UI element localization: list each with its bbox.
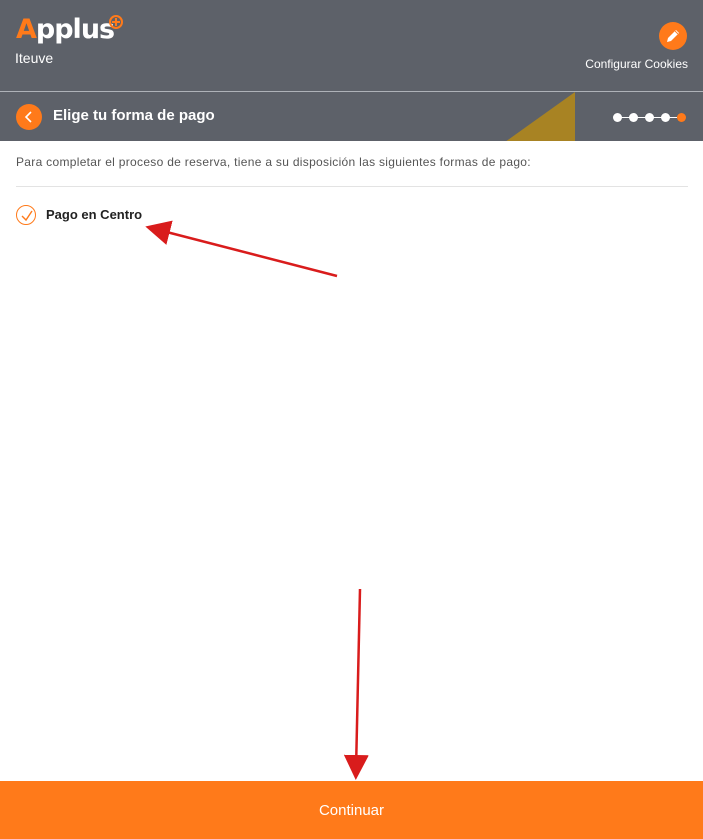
annotation-arrow-option [145,220,338,278]
step-title: Elige tu forma de pago [53,107,215,124]
logo-plus-icon [109,15,123,29]
radio-checked-icon[interactable] [16,205,36,225]
chevron-left-icon [24,111,32,123]
applus-logo: Applus [16,14,115,45]
configure-cookies-label: Configurar Cookies [585,57,688,71]
subbrand-label: Iteuve [15,50,54,66]
step-dot-5 [677,113,686,122]
payment-option-pago-en-centro[interactable]: Pago en Centro [16,204,216,228]
step-dot-3 [645,113,654,122]
payment-intro-text: Para completar el proceso de reserva, ti… [16,155,531,169]
step-dot-4 [661,113,670,122]
divider [16,186,688,187]
step-dot-2 [629,113,638,122]
pencil-icon [659,22,687,50]
payment-option-label: Pago en Centro [46,207,143,222]
step-bar: Elige tu forma de pago [0,91,703,141]
step-dot-1 [613,113,622,122]
background-decoration [505,92,575,141]
app-header: Applus Iteuve Configurar Cookies [0,0,703,91]
annotation-arrow-continue [343,588,369,780]
back-button[interactable] [16,104,42,130]
continue-button[interactable]: Continuar [0,781,703,839]
configure-cookies-button[interactable]: Configurar Cookies [568,22,688,72]
